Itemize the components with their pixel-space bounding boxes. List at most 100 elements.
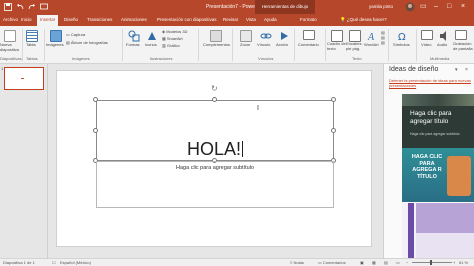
separator [198,29,199,61]
language-indicator[interactable]: Español (México) [60,260,91,265]
maximize-icon[interactable]: □ [447,2,451,12]
3d-models-button[interactable]: ◈ Modelos 3D [162,29,188,34]
spellcheck-icon[interactable]: ☐ [52,260,56,265]
chart-button[interactable]: ▥ Gráfico [162,43,180,48]
resize-handle[interactable] [331,128,336,133]
shapes-icon[interactable] [128,30,140,42]
stop-design-ideas-link[interactable]: Detener la presentación de ideas para nu… [389,78,474,88]
subtitle-placeholder-text[interactable]: Haga clic para agregar subtítulo [96,165,334,171]
tab-insertar[interactable]: Insertar [37,15,59,26]
zoom-button[interactable]: Zoom [240,42,250,47]
ribbon: Nueva diapositiva Diapositivas Tabla Tab… [0,26,474,64]
tab-transiciones[interactable]: Transiciones [87,17,112,22]
svg-text:Ω: Ω [398,32,406,42]
normal-view-icon[interactable]: ▣ [360,260,364,265]
design-idea-card[interactable]: HAGA CLIC PARA AGREGA R TÍTULO [402,148,474,202]
shapes-button[interactable]: Formas [126,42,140,47]
new-slide-icon[interactable] [4,30,16,42]
tab-formato[interactable]: Formato [300,17,317,22]
resize-handle[interactable] [93,128,98,133]
textbox-button[interactable]: Cuadro de texto [327,41,347,51]
wordart-icon[interactable]: A [367,30,379,43]
tab-archivo[interactable]: Archivo [3,17,18,22]
screen-recording-icon[interactable] [455,30,467,40]
video-icon[interactable] [421,30,433,40]
rotate-handle-icon[interactable]: ↻ [211,84,218,93]
slide-count: Diapositiva 1 de 1 [3,260,35,265]
group-texto: Texto [352,56,362,61]
group-multimedia: Multimedia [430,56,450,61]
slide-thumbnail[interactable]: ▬ [4,67,44,90]
icons-icon[interactable] [146,30,158,42]
screenshot-button[interactable]: ▭ Captura [66,32,85,37]
photo-album-button[interactable]: ▤ Álbum de fotografías [66,40,108,45]
zoom-out-icon[interactable]: − [406,260,408,265]
comments-label: Comentarios [322,260,346,265]
zoom-icon[interactable] [240,30,252,42]
wordart-button[interactable]: WordArt [364,42,379,47]
resize-handle[interactable] [331,97,336,102]
table-button[interactable]: Tabla [26,42,36,47]
notes-button[interactable]: ≡ Notas [290,260,304,265]
pane-close-icon[interactable]: × [465,67,468,73]
separator [388,29,389,61]
tab-presentacion[interactable]: Presentación con diapositivas [157,17,217,22]
screenshot-label: Captura [70,32,86,37]
comments-button[interactable]: ▭ Comentarios [318,260,346,265]
slide-title-text[interactable]: HOLA! [96,139,334,160]
zoom-slider[interactable] [412,262,452,263]
link-icon[interactable] [260,30,272,42]
addins-button[interactable]: Complementos [203,42,230,47]
tab-animaciones[interactable]: Animaciones [121,17,147,22]
zoom-level[interactable]: 61 % [459,260,468,265]
tab-revisar[interactable]: Revisar [223,17,238,22]
smartart-button[interactable]: ▦ SmartArt [162,36,183,41]
slideshow-view-icon[interactable]: ▭ [396,260,400,265]
link-button[interactable]: Vínculo [257,42,270,47]
3d-models-label: Modelos 3D [166,29,188,34]
tab-vista[interactable]: Vista [246,17,256,22]
pictures-icon[interactable] [50,30,62,42]
resize-handle[interactable] [212,97,217,102]
action-icon[interactable] [278,30,290,42]
tell-me-search[interactable]: 💡 ¿Qué desea hacer? [340,17,387,23]
group-tablas: Tablas [26,56,38,61]
tab-diseno[interactable]: Diseño [64,17,78,22]
omega-icon[interactable]: Ω [397,30,409,43]
action-button[interactable]: Acción [276,42,288,47]
addins-icon[interactable] [210,30,222,42]
video-button[interactable]: Vídeo [421,42,431,47]
close-icon[interactable]: × [461,2,465,12]
ribbon-options-icon[interactable]: ▭ [420,2,427,12]
icons-button[interactable]: Iconos [145,42,157,47]
pane-options-icon[interactable]: ▾ [455,67,458,73]
symbols-button[interactable]: Símbolos [393,42,410,47]
zoom-slider-knob[interactable] [430,260,432,265]
audio-button[interactable]: Audio [437,42,447,47]
sorter-view-icon[interactable]: ▦ [372,260,376,265]
comment-button[interactable]: Comentario [298,42,319,47]
table-icon[interactable] [26,30,38,42]
zoom-in-icon[interactable]: + [453,260,455,265]
card-decoration [416,233,474,258]
screen-recording-button[interactable]: Grabación de pantalla [453,41,474,51]
design-idea-card[interactable]: Haga clic para agregar título Haga clic … [402,94,474,148]
text-extra-icons[interactable]: ▤ ▤ ▤ [381,30,385,45]
tab-inicio[interactable]: Inicio [21,17,32,22]
new-slide-button[interactable]: Nueva diapositiva [0,42,22,52]
slide-thumbnail-pane [0,64,48,258]
tab-ayuda[interactable]: Ayuda [264,17,277,22]
header-footer-button[interactable]: Encabez. pie pág. [346,41,366,51]
resize-handle[interactable] [93,97,98,102]
design-idea-card[interactable] [402,203,474,258]
avatar[interactable] [405,2,415,12]
minimize-icon[interactable]: – [434,2,438,12]
pictures-button[interactable]: Imágenes [46,42,64,47]
reading-view-icon[interactable]: ▤ [384,260,388,265]
group-imagenes: Imágenes [72,56,90,61]
lightbulb-icon: 💡 [340,17,347,22]
user-name[interactable]: yamila pinto [369,4,393,9]
title-bar: Presentación7 - PowerPoint Herramientas … [0,0,474,14]
comment-icon[interactable] [303,30,315,40]
speaker-icon[interactable] [439,30,449,42]
